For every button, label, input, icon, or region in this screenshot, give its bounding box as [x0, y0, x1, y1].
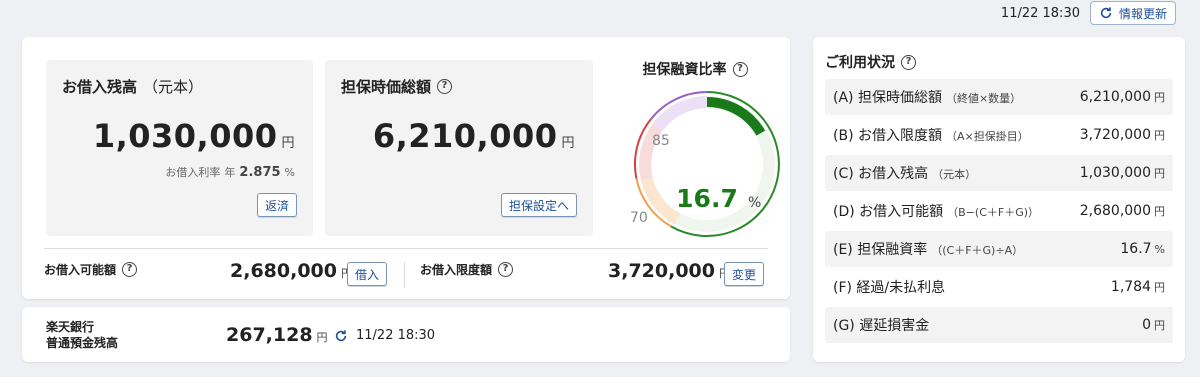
limit-value: 3,720,000円 — [608, 260, 730, 282]
borrowable-value: 2,680,000円 — [230, 260, 352, 282]
usage-row-value: 3,720,000 円 — [1079, 127, 1165, 143]
bank-balance-value: 267,128 円 — [226, 324, 328, 346]
usage-row-value: 2,680,000 円 — [1079, 203, 1165, 219]
loan-balance-title: お借入残高 （元本） — [62, 78, 204, 96]
usage-row-label: (C) お借入残高 — [833, 166, 929, 182]
usage-row-value: 6,210,000 円 — [1079, 89, 1165, 105]
refresh-icon[interactable] — [334, 329, 348, 343]
repay-button[interactable]: 返済 — [256, 193, 297, 217]
bank-balance-card: 楽天銀行 普通預金残高 267,128 円 11/22 18:30 — [22, 307, 790, 362]
collateral-panel: 担保時価総額 ? 6,210,000 円 担保設定へ — [325, 60, 593, 236]
gauge-value: 16.7 — [676, 184, 738, 213]
gauge-band-orange — [640, 177, 681, 225]
loan-summary-card: お借入残高 （元本） 1,030,000 円 お借入利率 年 2.875 % 返済 … — [22, 37, 790, 299]
usage-row-label: (D) お借入可能額 — [833, 204, 944, 220]
help-icon[interactable]: ? — [732, 61, 748, 77]
usage-status-card: ご利用状況 ? (A) 担保時価総額 （終値×数量） 6,210,000 円 (B) お… — [813, 37, 1185, 362]
usage-row-label: (E) 担保融資率 — [833, 242, 928, 258]
usage-row-label: (A) 担保時価総額 — [833, 90, 942, 106]
usage-row: (C) お借入残高 （元本） 1,030,000 円 — [825, 155, 1173, 191]
usage-status-title: ご利用状況 ? — [825, 52, 916, 72]
collateral-settings-button[interactable]: 担保設定へ — [500, 193, 577, 217]
borrow-button[interactable]: 借入 — [347, 262, 388, 286]
gauge-outer-green — [670, 91, 780, 237]
usage-row: (B) お借入限度額 （A×担保掛目） 3,720,000 円 — [825, 117, 1173, 153]
usage-row-value: 1,784 円 — [1110, 279, 1165, 295]
collateral-ratio-gauge: 85 70 60 16.7 % — [630, 91, 780, 237]
usage-row: (A) 担保時価総額 （終値×数量） 6,210,000 円 — [825, 79, 1173, 115]
bank-balance-time: 11/22 18:30 — [334, 328, 435, 343]
limit-label: お借入限度額 ? — [420, 261, 514, 278]
usage-row-note: （A×担保掛目） — [945, 130, 1029, 143]
usage-row: (F) 経過/未払利息 1,784 円 — [825, 269, 1173, 305]
refresh-icon — [1100, 7, 1112, 19]
usage-row-note: （B−(C＋F＋G)） — [947, 206, 1040, 219]
loan-balance-value: 1,030,000 円 — [92, 117, 295, 155]
gauge-unit: % — [748, 195, 761, 211]
bank-label: 楽天銀行 普通預金残高 — [46, 320, 119, 350]
refresh-button[interactable]: 情報更新 — [1089, 1, 1176, 25]
usage-row-note: （元本） — [932, 168, 977, 181]
usage-row: (G) 遅延損害金 0 円 — [825, 307, 1173, 343]
borrowable-label: お借入可能額 ? — [44, 261, 138, 278]
usage-row-value: 1,030,000 円 — [1079, 165, 1165, 181]
usage-row-note: （(C＋F＋G)÷A） — [931, 244, 1024, 257]
change-limit-button[interactable]: 変更 — [724, 262, 765, 286]
help-icon[interactable]: ? — [437, 79, 453, 94]
usage-row-value: 0円 — [1142, 317, 1165, 333]
help-icon[interactable]: ? — [122, 262, 138, 277]
help-icon[interactable]: ? — [901, 54, 916, 70]
loan-balance-panel: お借入残高 （元本） 1,030,000 円 お借入利率 年 2.875 % 返済 — [46, 60, 313, 236]
usage-row-note: （終値×数量） — [945, 92, 1022, 105]
gauge-tick-85: 85 — [652, 133, 670, 149]
collateral-value: 6,210,000 円 — [372, 117, 575, 155]
help-icon[interactable]: ? — [498, 262, 514, 277]
last-updated-time: 11/22 18:30 — [1000, 5, 1080, 21]
usage-row: (D) お借入可能額 （B−(C＋F＋G)） 2,680,000 円 — [825, 193, 1173, 229]
usage-row: (E) 担保融資率 （(C＋F＋G)÷A） 16.7% — [825, 231, 1173, 267]
interest-rate: お借入利率 年 2.875 % — [165, 165, 295, 180]
top-bar: 11/22 18:30 情報更新 — [1001, 0, 1176, 26]
usage-row-value: 16.7% — [1120, 241, 1165, 257]
section-divider — [44, 248, 768, 249]
collateral-title: 担保時価総額 ? — [341, 76, 453, 97]
gauge-title: 担保融資比率 ? — [634, 59, 756, 79]
gauge-value-arc — [706, 96, 766, 136]
gauge-tick-70: 70 — [630, 210, 648, 226]
vertical-divider — [404, 262, 405, 288]
usage-row-label: (F) 経過/未払利息 — [833, 280, 946, 296]
refresh-label: 情報更新 — [1118, 6, 1167, 21]
usage-row-label: (B) お借入限度額 — [833, 128, 942, 144]
usage-row-label: (G) 遅延損害金 — [833, 318, 930, 334]
